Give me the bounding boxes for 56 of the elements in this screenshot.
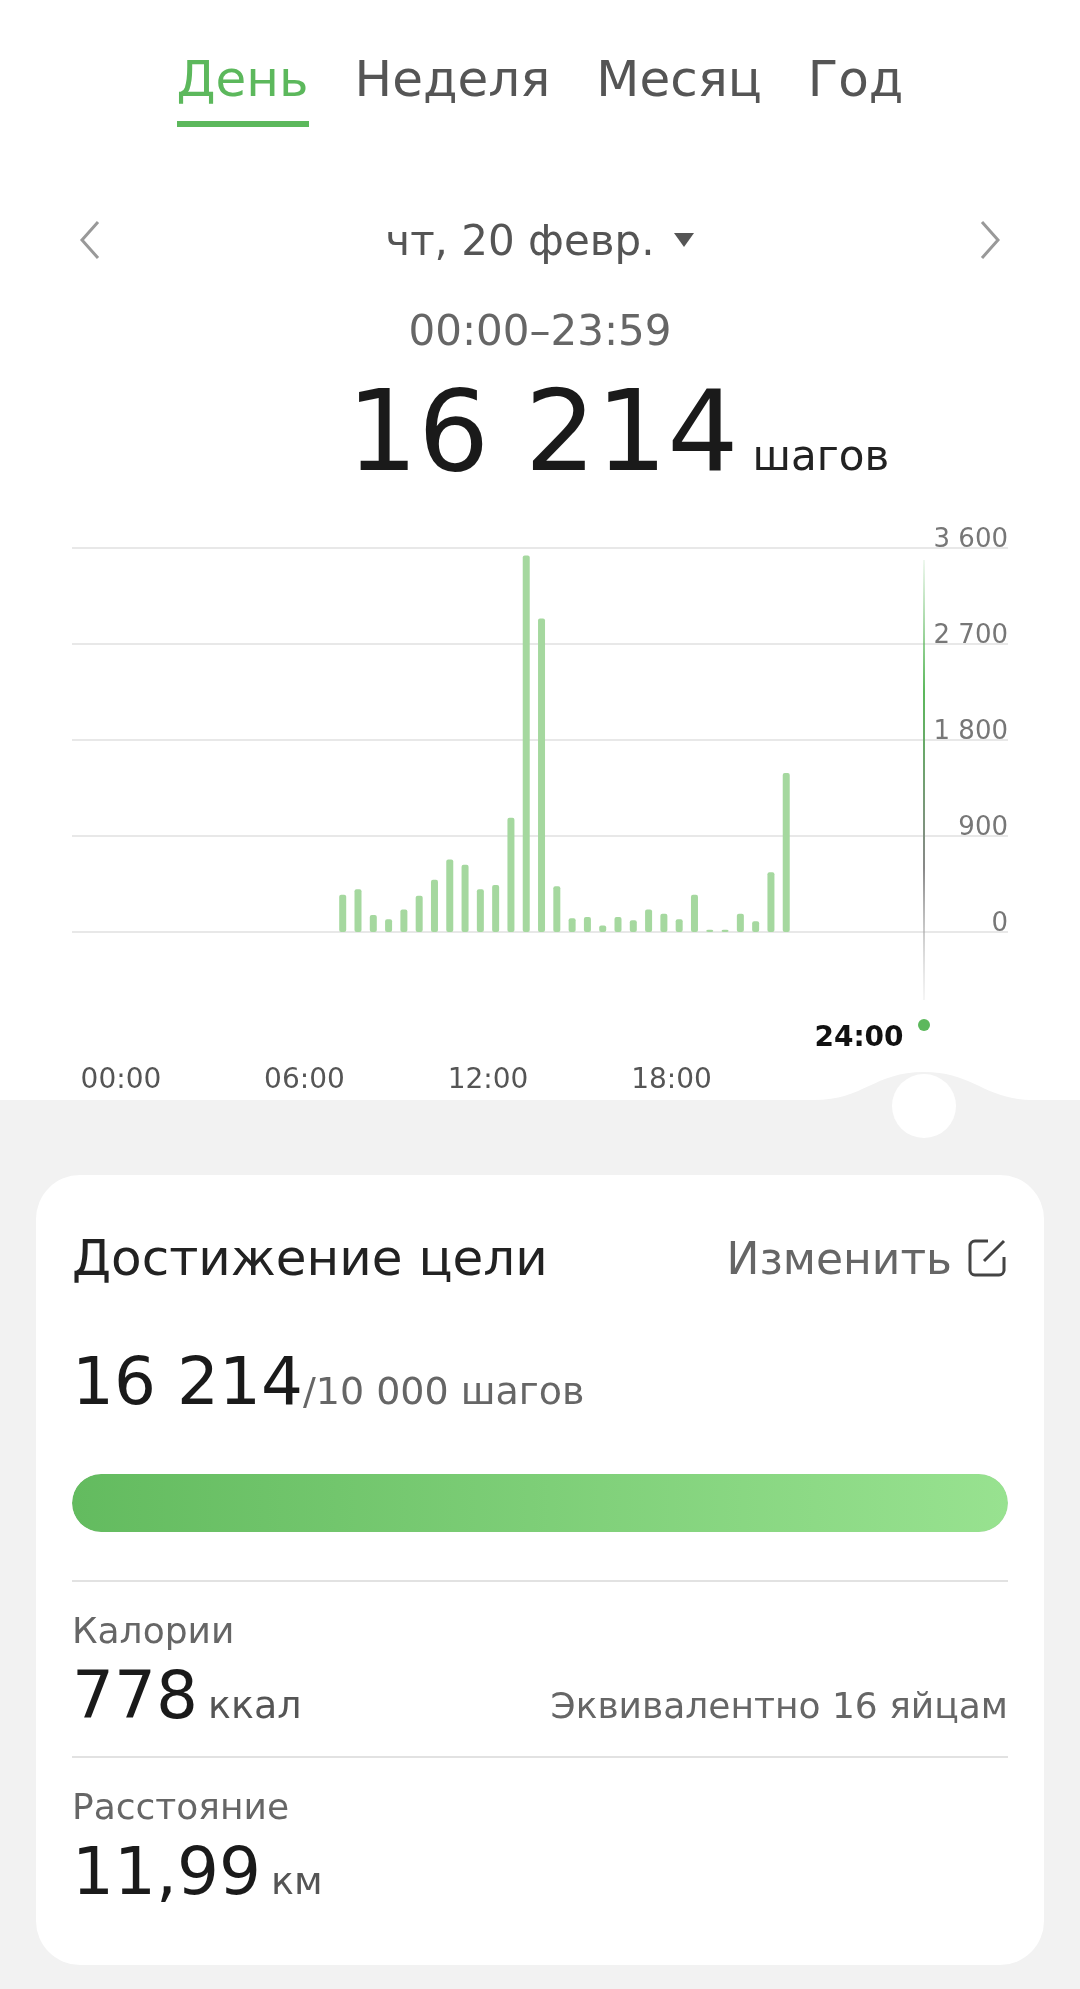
step-bar <box>354 889 362 932</box>
period-tab[interactable]: Месяц <box>596 52 762 127</box>
step-bar <box>599 925 607 932</box>
step-bar <box>430 879 438 932</box>
step-total: 16 214 <box>346 370 739 494</box>
dropdown-icon <box>672 232 695 248</box>
step-bar <box>736 913 744 932</box>
card-title: Достижение цели <box>72 1229 548 1287</box>
step-bar <box>629 920 637 932</box>
edit-button[interactable]: Изменить <box>726 1232 1008 1284</box>
period-tab[interactable]: Год <box>807 52 904 127</box>
step-bar <box>706 929 714 932</box>
x-axis-label: 12:00 <box>447 1062 529 1095</box>
stat-label: Расстояние <box>72 1786 291 1827</box>
cursor-dot <box>918 1019 930 1031</box>
time-range: 00:00–23:59 <box>408 305 672 355</box>
edit-icon <box>966 1237 1008 1279</box>
goal-progress-value: 16 214 <box>72 1343 303 1420</box>
x-axis-label: 00:00 <box>80 1062 162 1095</box>
goal-target: /10 000 шагов <box>302 1369 585 1413</box>
step-bar <box>385 919 393 932</box>
step-bar <box>461 864 469 932</box>
stat-label: Калории <box>72 1610 236 1651</box>
step-bar <box>645 909 653 932</box>
cursor-time-label: 24:00 <box>814 1020 904 1053</box>
step-bar <box>369 914 377 932</box>
step-bar <box>614 917 622 932</box>
y-axis-label: 3 600 <box>933 522 1008 553</box>
step-bar <box>767 872 775 932</box>
step-bar <box>675 919 683 932</box>
step-bar <box>339 894 347 932</box>
step-bar <box>400 909 408 932</box>
y-axis-label: 1 800 <box>933 714 1008 745</box>
step-bar <box>553 886 561 932</box>
y-axis-label: 900 <box>958 810 1008 841</box>
stat-note: Эквивалентно 16 яйцам <box>550 1685 1008 1726</box>
step-bar <box>568 918 576 932</box>
y-axis-label: 0 <box>991 906 1008 937</box>
step-unit: шагов <box>752 431 890 480</box>
step-bar <box>660 913 668 932</box>
period-tab[interactable]: Неделя <box>354 52 551 127</box>
step-bar <box>752 921 760 932</box>
x-axis-label: 18:00 <box>631 1062 712 1095</box>
stat-unit: ккал <box>208 1683 302 1727</box>
y-axis-label: 2 700 <box>933 618 1008 649</box>
stat-value: 778 <box>72 1657 198 1734</box>
stat-value: 11,99 <box>72 1833 261 1910</box>
step-bar <box>415 895 423 932</box>
step-bar <box>690 894 698 932</box>
stat-unit: км <box>270 1859 323 1903</box>
step-bar <box>583 917 591 932</box>
x-axis-label: 06:00 <box>264 1062 345 1095</box>
step-bar <box>476 889 484 932</box>
step-bar <box>492 885 500 932</box>
step-bar <box>721 929 729 932</box>
date-picker[interactable]: чт, 20 февр. <box>379 214 701 266</box>
